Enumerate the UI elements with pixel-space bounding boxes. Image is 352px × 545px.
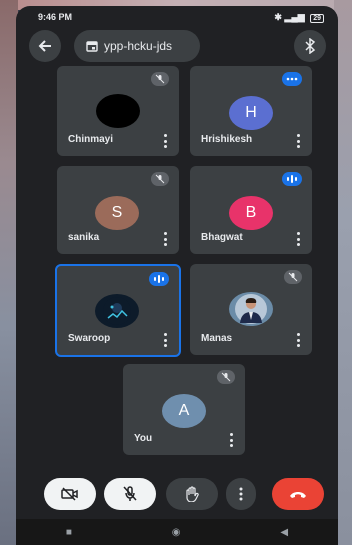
bluetooth-status-icon: ✱: [274, 12, 282, 22]
participant-name: sanika: [68, 232, 100, 243]
avatar: H: [229, 96, 273, 130]
more-options-button[interactable]: [163, 232, 167, 246]
hang-up-icon: [290, 492, 306, 498]
home-button[interactable]: ◉: [172, 527, 181, 538]
video-off-icon: [61, 487, 78, 501]
mic-toggle-button[interactable]: [104, 478, 156, 510]
more-options-button[interactable]: [226, 478, 256, 510]
status-time: 9:46 PM: [38, 12, 73, 22]
signal-icon: ▂▄▆: [284, 12, 305, 22]
recent-apps-button[interactable]: ■: [66, 527, 72, 538]
camera-off-button[interactable]: [44, 478, 96, 510]
participant-name: Hrishikesh: [201, 134, 253, 145]
meeting-info-button[interactable]: ypp-hcku-jds: [74, 30, 200, 62]
speaking-indicator-icon: [149, 272, 169, 286]
mic-off-icon: [151, 172, 169, 186]
status-bar: 9:46 PM ✱ ▂▄▆ 29: [16, 6, 338, 28]
mic-off-icon: [217, 370, 235, 384]
status-icons: ✱ ▂▄▆ 29: [274, 12, 324, 23]
more-options-button[interactable]: [296, 232, 300, 246]
participant-name: Bhagwat: [201, 232, 243, 243]
avatar: [96, 94, 140, 128]
meeting-code: ypp-hcku-jds: [104, 39, 173, 53]
hand-icon: [186, 486, 199, 502]
more-options-button[interactable]: [163, 134, 167, 148]
participant-tile-hrishikesh[interactable]: H Hrishikesh: [190, 66, 312, 156]
arrow-left-icon: [38, 40, 51, 52]
avatar: S: [95, 196, 139, 230]
mic-off-icon: [151, 72, 169, 86]
more-vert-icon: [239, 487, 243, 501]
top-bar: ypp-hcku-jds: [16, 28, 338, 64]
participant-tile-swaroop[interactable]: Swaroop: [55, 264, 181, 357]
speaking-indicator-icon: [282, 72, 302, 86]
avatar: [229, 292, 273, 326]
more-options-button[interactable]: [163, 333, 167, 347]
participant-name: Manas: [201, 333, 233, 344]
back-nav-button[interactable]: ◀: [280, 527, 288, 538]
participant-tile-sanika[interactable]: S sanika: [57, 166, 179, 254]
battery-icon: 29: [310, 14, 324, 23]
participant-tile-you[interactable]: A You: [123, 364, 245, 455]
participant-tile-bhagwat[interactable]: B Bhagwat: [190, 166, 312, 254]
participant-name: You: [134, 433, 153, 444]
profile-photo-icon: [235, 294, 267, 324]
profile-photo-icon: [103, 297, 131, 325]
participant-tile-chinmayi[interactable]: Chinmayi: [57, 66, 179, 156]
raise-hand-button[interactable]: [166, 478, 218, 510]
avatar: [95, 294, 139, 328]
avatar: B: [229, 196, 273, 230]
call-controls-bar: [16, 468, 338, 524]
more-options-button[interactable]: [296, 134, 300, 148]
avatar: A: [162, 394, 206, 428]
participant-name: Chinmayi: [68, 134, 114, 145]
bluetooth-icon: [305, 38, 316, 54]
speaking-indicator-icon: [282, 172, 302, 186]
end-call-button[interactable]: [272, 478, 324, 510]
phone-screen: 9:46 PM ✱ ▂▄▆ 29 ypp-hcku-jds Chinmayi H…: [16, 6, 338, 545]
bluetooth-audio-button[interactable]: [294, 30, 326, 62]
mic-off-icon: [284, 270, 302, 284]
more-options-button[interactable]: [296, 333, 300, 347]
more-options-button[interactable]: [229, 433, 233, 447]
system-nav-bar: ■ ◉ ◀: [16, 519, 338, 545]
mic-off-icon: [123, 486, 137, 501]
participant-name: Swaroop: [68, 333, 111, 344]
back-button[interactable]: [29, 30, 61, 62]
participant-tile-manas[interactable]: Manas: [190, 264, 312, 355]
calendar-icon: [86, 41, 98, 52]
